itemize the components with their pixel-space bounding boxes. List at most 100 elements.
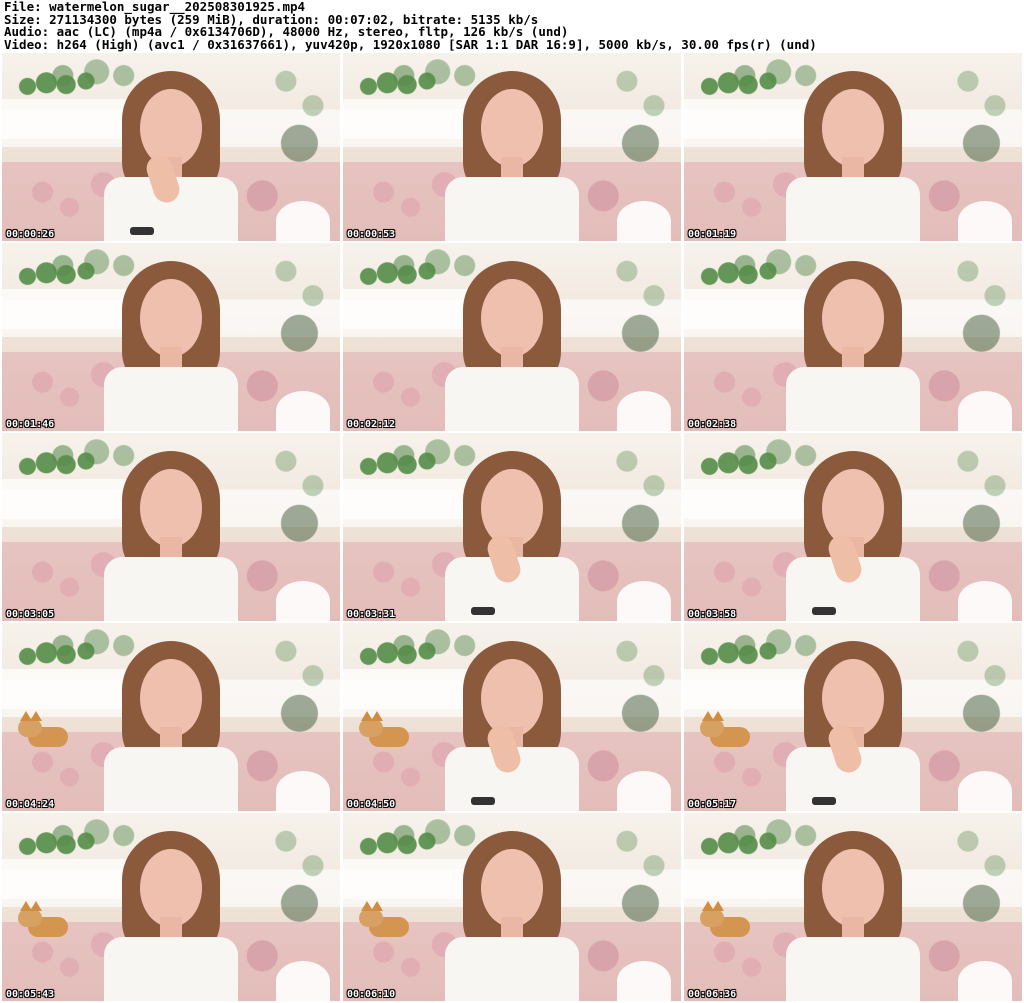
side-table (617, 581, 671, 621)
person (86, 61, 256, 241)
person (427, 61, 597, 241)
person (86, 631, 256, 811)
dog-ear-right (712, 711, 724, 721)
dog-icon (18, 901, 80, 943)
timestamp: 00:04:50 (347, 799, 396, 810)
timestamp: 00:06:36 (688, 989, 737, 1000)
timestamp: 00:03:31 (347, 609, 396, 620)
side-table (276, 581, 330, 621)
video-line: Video: h264 (High) (avc1 / 0x31637661), … (4, 36, 817, 52)
thumbnail-7: 00:03:05 (2, 433, 340, 621)
shirt (104, 747, 238, 811)
shirt (786, 177, 920, 241)
face (140, 469, 202, 547)
timestamp: 00:03:58 (688, 609, 737, 620)
thumbnail-9: 00:03:58 (684, 433, 1022, 621)
face (140, 89, 202, 167)
face (822, 659, 884, 737)
timestamp: 00:00:26 (6, 229, 55, 240)
timestamp: 00:05:17 (688, 799, 737, 810)
side-table (617, 771, 671, 811)
thumbnail-13: 00:05:43 (2, 813, 340, 1001)
person (427, 821, 597, 1001)
shirt (104, 557, 238, 621)
dog-head (18, 719, 42, 737)
dog-ear-right (371, 901, 383, 911)
face (822, 89, 884, 167)
timestamp: 00:02:12 (347, 419, 396, 430)
person (427, 441, 597, 621)
thumbnail-3: 00:01:19 (684, 53, 1022, 241)
person (768, 251, 938, 431)
thumbnail-8: 00:03:31 (343, 433, 681, 621)
dog-icon (700, 901, 762, 943)
side-table (617, 201, 671, 241)
dog-ear-right (30, 901, 42, 911)
person (768, 61, 938, 241)
dog-head (359, 909, 383, 927)
person (768, 821, 938, 1001)
watch-icon (812, 607, 836, 615)
dog-ear-right (30, 711, 42, 721)
timestamp: 00:04:24 (6, 799, 55, 810)
dog-icon (700, 711, 762, 753)
dog-head (700, 909, 724, 927)
watch-icon (471, 797, 495, 805)
face (481, 659, 543, 737)
side-table (276, 391, 330, 431)
person (86, 821, 256, 1001)
person (427, 631, 597, 811)
shirt (786, 367, 920, 431)
dog-ear-right (371, 711, 383, 721)
face (822, 279, 884, 357)
thumbnail-12: 00:05:17 (684, 623, 1022, 811)
side-table (276, 961, 330, 1001)
side-table (958, 201, 1012, 241)
thumbnail-10: 00:04:24 (2, 623, 340, 811)
timestamp: 00:03:05 (6, 609, 55, 620)
face (140, 279, 202, 357)
face (481, 89, 543, 167)
side-table (958, 391, 1012, 431)
thumbnail-grid: 00:00:26 00:00:53 00:01:19 00:01:46 00:0… (2, 53, 1022, 1003)
person (768, 441, 938, 621)
thumbnail-11: 00:04:50 (343, 623, 681, 811)
dog-ear-right (712, 901, 724, 911)
timestamp: 00:00:53 (347, 229, 396, 240)
side-table (617, 391, 671, 431)
timestamp: 00:06:10 (347, 989, 396, 1000)
thumbnail-1: 00:00:26 (2, 53, 340, 241)
shirt (786, 937, 920, 1001)
timestamp: 00:01:46 (6, 419, 55, 430)
dog-head (18, 909, 42, 927)
dog-icon (359, 711, 421, 753)
dog-head (700, 719, 724, 737)
thumbnail-6: 00:02:38 (684, 243, 1022, 431)
face (481, 279, 543, 357)
face (822, 849, 884, 927)
thumbnail-5: 00:02:12 (343, 243, 681, 431)
timestamp: 00:01:19 (688, 229, 737, 240)
dog-head (359, 719, 383, 737)
video-metadata: File: watermelon_sugar__202508301925.mp4… (4, 0, 1020, 52)
side-table (276, 201, 330, 241)
shirt (445, 937, 579, 1001)
shirt (104, 937, 238, 1001)
shirt (445, 177, 579, 241)
face (481, 849, 543, 927)
person (427, 251, 597, 431)
side-table (958, 961, 1012, 1001)
watch-icon (812, 797, 836, 805)
timestamp: 00:05:43 (6, 989, 55, 1000)
face (140, 659, 202, 737)
dog-icon (18, 711, 80, 753)
shirt (445, 367, 579, 431)
thumbnail-4: 00:01:46 (2, 243, 340, 431)
person (86, 251, 256, 431)
face (481, 469, 543, 547)
side-table (617, 961, 671, 1001)
shirt (104, 367, 238, 431)
watch-icon (130, 227, 154, 235)
thumbnail-14: 00:06:10 (343, 813, 681, 1001)
person (86, 441, 256, 621)
